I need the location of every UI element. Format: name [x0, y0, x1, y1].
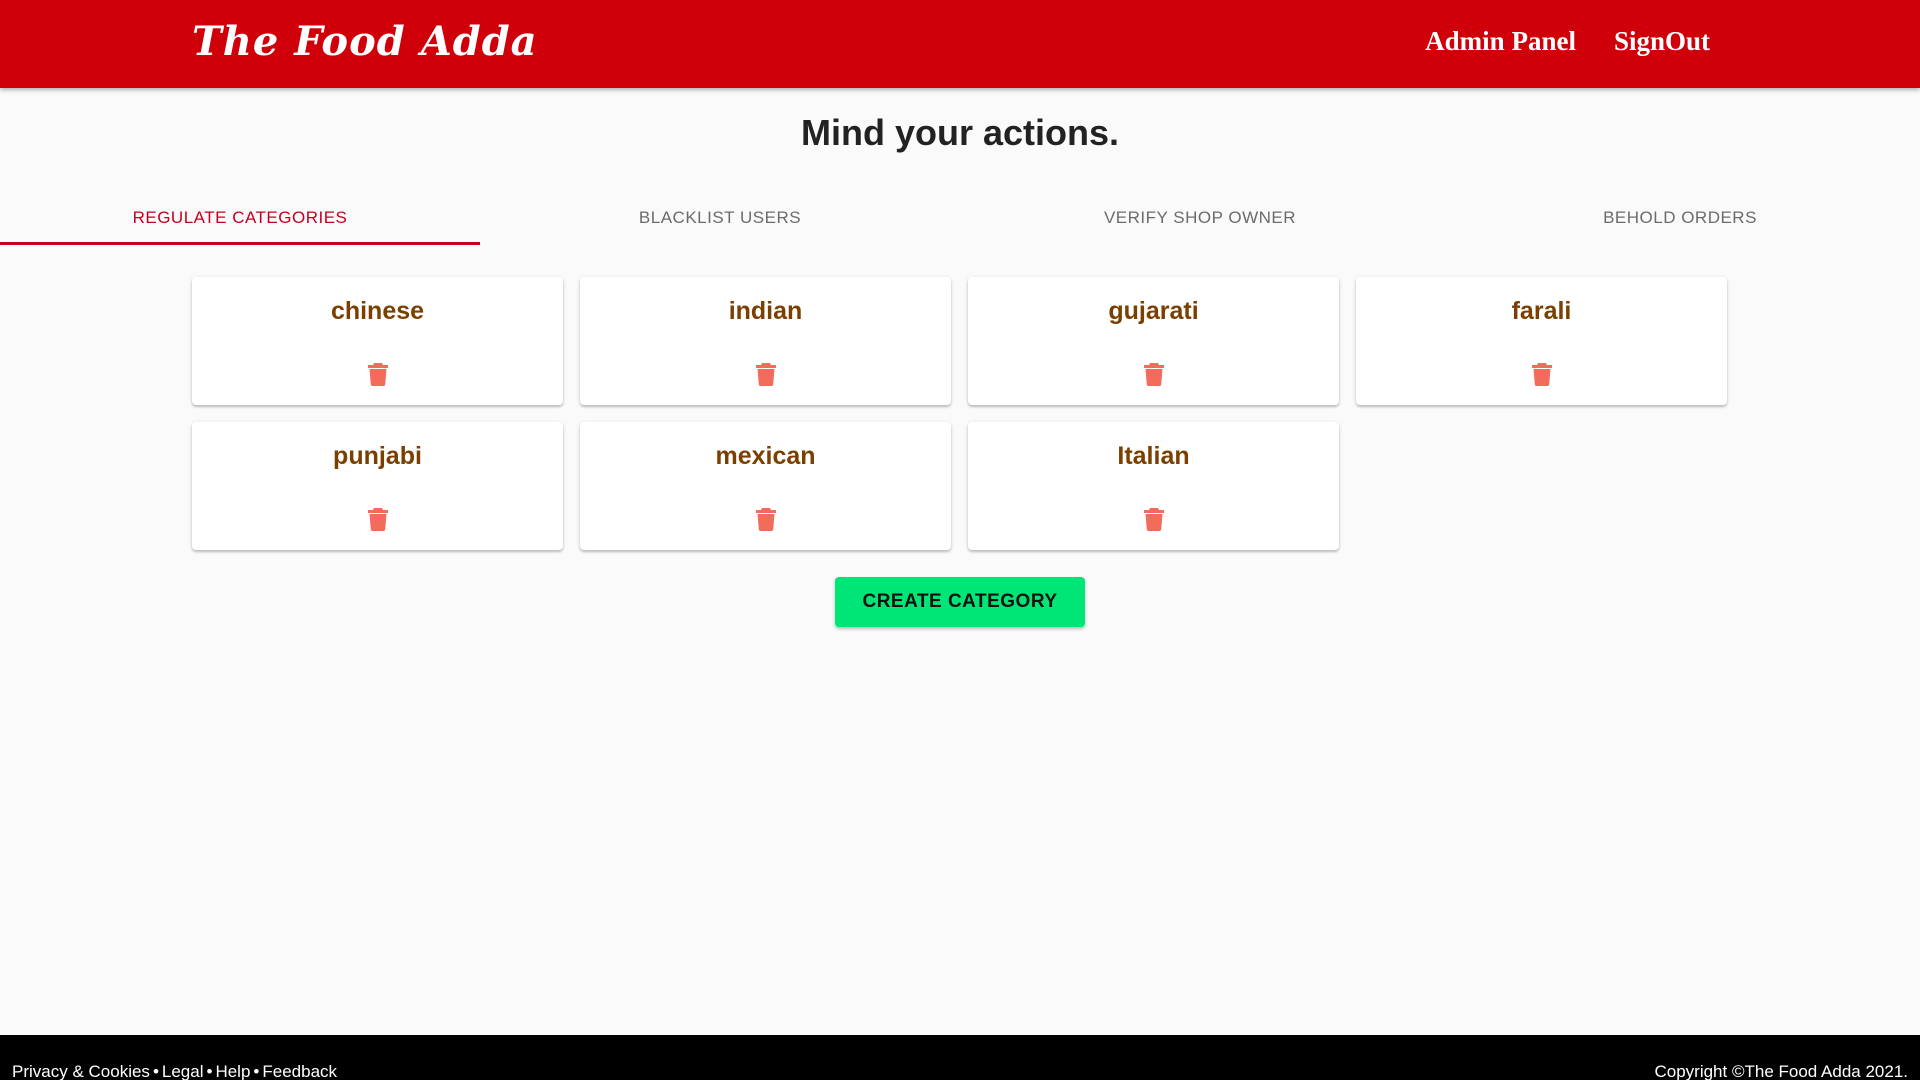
category-name: gujarati [1108, 297, 1199, 325]
category-name: punjabi [333, 442, 422, 470]
tab-regulate-categories[interactable]: REGULATE CATEGORIES [0, 190, 480, 246]
footer: Privacy & Cookies • Legal • Help • Feedback Co… [0, 1035, 1920, 1080]
footer-separator: • [206, 1062, 213, 1080]
category-card: gujarati [968, 277, 1339, 405]
delete-category-button[interactable] [754, 506, 778, 532]
category-card: punjabi [192, 422, 563, 550]
category-card: chinese [192, 277, 563, 405]
category-name: indian [728, 297, 803, 325]
trash-icon [367, 363, 388, 386]
category-card: mexican [580, 422, 951, 550]
trash-icon [755, 363, 776, 386]
legal-link[interactable]: Legal [162, 1062, 204, 1080]
category-name: chinese [330, 297, 425, 325]
top-app-bar: The Food Adda Admin Panel SignOut [0, 0, 1920, 88]
header-nav: Admin Panel SignOut [1425, 26, 1710, 57]
create-category-button[interactable]: CREATE CATEGORY [835, 577, 1085, 627]
footer-separator: • [152, 1062, 159, 1080]
page-title: Mind your actions. [800, 112, 1120, 153]
signout-link[interactable]: SignOut [1614, 26, 1710, 57]
trash-icon [367, 508, 388, 531]
delete-category-button[interactable] [1142, 361, 1166, 387]
category-name: mexican [715, 442, 816, 470]
trash-icon [1531, 363, 1552, 386]
footer-links: Privacy & Cookies • Legal • Help • Feedback [12, 1062, 337, 1080]
delete-category-button[interactable] [1142, 506, 1166, 532]
delete-category-button[interactable] [366, 361, 390, 387]
trash-icon [1143, 363, 1164, 386]
help-link[interactable]: Help [215, 1062, 250, 1080]
trash-icon [755, 508, 776, 531]
tab-behold-orders[interactable]: BEHOLD ORDERS [1440, 190, 1920, 246]
admin-tabs: REGULATE CATEGORIES BLACKLIST USERS VERI… [0, 190, 1920, 246]
tab-verify-shop-owner[interactable]: VERIFY SHOP OWNER [960, 190, 1440, 246]
category-card: indian [580, 277, 951, 405]
category-card: farali [1356, 277, 1727, 405]
privacy-cookies-link[interactable]: Privacy & Cookies [12, 1062, 150, 1080]
admin-panel-link[interactable]: Admin Panel [1425, 26, 1576, 57]
copyright-text: Copyright ©The Food Adda 2021. [1654, 1062, 1908, 1080]
footer-separator: • [253, 1062, 260, 1080]
category-name: farali [1511, 297, 1572, 325]
tab-blacklist-users[interactable]: BLACKLIST USERS [480, 190, 960, 246]
category-card: Italian [968, 422, 1339, 550]
category-grid: chinese indian gujarati farali punjabi m… [192, 277, 1728, 550]
trash-icon [1143, 508, 1164, 531]
delete-category-button[interactable] [754, 361, 778, 387]
brand-logo[interactable]: The Food Adda [192, 18, 538, 65]
delete-category-button[interactable] [366, 506, 390, 532]
feedback-link[interactable]: Feedback [262, 1062, 337, 1080]
delete-category-button[interactable] [1530, 361, 1554, 387]
category-name: Italian [1117, 442, 1190, 470]
